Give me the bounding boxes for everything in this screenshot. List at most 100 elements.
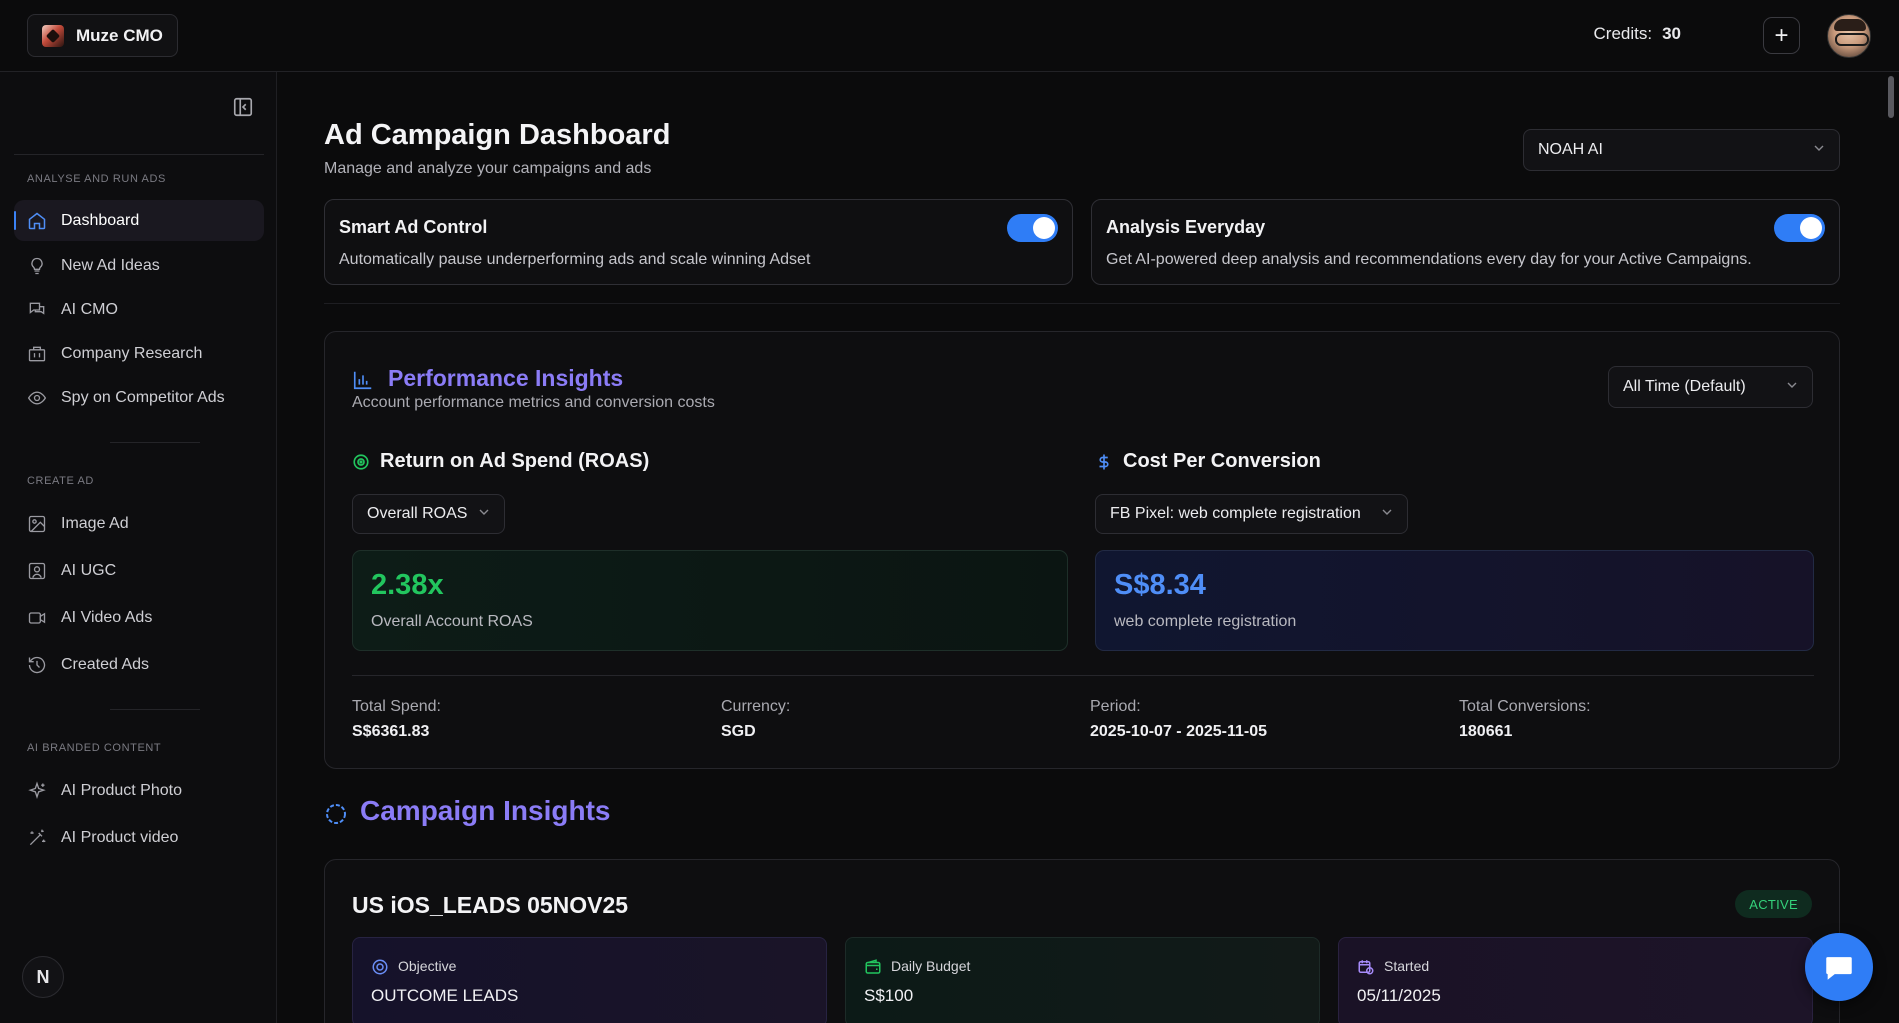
analysis-everyday-toggle[interactable] [1774,214,1825,242]
sidebar-item-dashboard[interactable]: Dashboard [14,200,264,241]
wallet-icon [865,959,881,974]
stat-total-conversions: Total Conversions: 180661 [1459,698,1591,741]
status-badge: ACTIVE [1735,890,1812,918]
chevron-down-icon [1814,145,1824,151]
scrollbar-thumb[interactable] [1888,76,1894,118]
bar-chart-icon [353,371,372,390]
smart-ad-control-card: Smart Ad Control Automatically pause und… [324,199,1073,285]
account-select[interactable]: NOAH AI [1523,129,1840,171]
performance-title: Performance Insights [388,365,624,391]
chat-icon [29,302,45,315]
campaign-insights-title: Campaign Insights [360,795,611,826]
sidebar-item-ai-product-video[interactable]: AI Product video [14,817,264,858]
sidebar-item-ai-video-ads[interactable]: AI Video Ads [14,597,264,638]
cpc-heading: Cost Per Conversion [1095,450,1321,473]
lightbulb-icon [31,257,43,274]
stat-value: 180661 [1459,723,1513,740]
brand-button[interactable]: Muze CMO [27,14,178,57]
sidebar-item-label: Dashboard [61,211,140,229]
avatar[interactable] [1827,14,1871,58]
sidebar-item-label: Created Ads [61,655,150,673]
objective-label: Objective [398,958,457,974]
started-value: 05/11/2025 [1357,986,1441,1005]
cpc-value: S$8.34 [1114,569,1206,601]
sidebar-item-ai-product-photo[interactable]: AI Product Photo [14,770,264,811]
started-box: Started 05/11/2025 [1338,937,1813,1023]
smart-ad-control-toggle[interactable] [1007,214,1058,242]
calendar-clock-icon [1358,960,1374,975]
building-icon [28,346,46,361]
stat-value: S$6361.83 [352,723,430,740]
daily-budget-label: Daily Budget [891,958,971,974]
plus-icon: + [1774,21,1789,49]
conversion-event-value: FB Pixel: web complete registration [1110,505,1361,522]
performance-insights-card: Performance Insights Account performance… [324,331,1840,769]
roas-value: 2.38x [371,569,444,601]
chat-button[interactable] [1805,933,1873,1001]
sparkles-icon [28,780,46,799]
conversion-event-select[interactable]: FB Pixel: web complete registration [1095,494,1408,534]
divider [352,675,1814,676]
daily-budget-box: Daily Budget S$100 [845,937,1320,1023]
sidebar-item-company-research[interactable]: Company Research [14,333,264,374]
stat-value: SGD [721,723,756,740]
history-icon [28,656,46,673]
roas-metric-box: 2.38x Overall Account ROAS [352,550,1068,651]
chat-bubble-icon [1826,957,1852,980]
stat-label: Total Spend: [352,698,441,715]
magic-wand-icon [29,829,46,845]
credits-label: Credits: [1593,24,1653,43]
stat-label: Period: [1090,698,1141,715]
sidebar-item-ai-cmo[interactable]: AI CMO [14,289,264,330]
credits-value: 30 [1662,24,1681,43]
page-subtitle: Manage and analyze your campaigns and ad… [324,160,652,177]
account-select-value: NOAH AI [1538,141,1603,158]
stat-period: Period: 2025-10-07 - 2025-11-05 [1090,698,1267,741]
sidebar-item-ai-ugc[interactable]: AI UGC [14,550,264,591]
sidebar-divider [110,709,200,710]
roas-type-value: Overall ROAS [367,505,468,522]
target-icon [353,453,369,470]
n-badge-button[interactable]: N [22,956,64,998]
sidebar-collapse-icon[interactable] [232,96,254,118]
date-range-value: All Time (Default) [1623,378,1746,395]
video-icon [28,611,46,624]
sidebar-item-new-ad-ideas[interactable]: New Ad Ideas [14,245,264,286]
stat-currency: Currency: SGD [721,698,790,741]
sidebar-item-label: AI Product video [61,828,179,846]
sidebar-item-label: AI Video Ads [61,608,153,626]
analysis-everyday-card: Analysis Everyday Get AI-powered deep an… [1091,199,1840,285]
date-range-select[interactable]: All Time (Default) [1608,366,1813,408]
roas-label: Overall Account ROAS [371,613,533,630]
cpc-label: web complete registration [1114,613,1297,630]
performance-subtitle: Account performance metrics and conversi… [352,394,715,411]
toggle-desc: Automatically pause underperforming ads … [339,251,811,268]
sidebar-item-spy-competitor[interactable]: Spy on Competitor Ads [14,377,264,418]
section-create-ad: CREATE AD [27,475,94,487]
campaign-card[interactable]: US iOS_LEADS 05NOV25 ACTIVE Objective OU… [324,859,1840,1023]
stat-label: Total Conversions: [1459,698,1591,715]
loader-circle-icon [326,804,346,824]
sidebar: ANALYSE AND RUN ADS Dashboard New Ad Ide… [0,72,277,1023]
sidebar-item-label: Image Ad [61,514,129,532]
roas-type-select[interactable]: Overall ROAS [352,494,505,534]
main-content: Ad Campaign Dashboard Manage and analyze… [277,72,1899,1023]
add-credits-button[interactable]: + [1763,17,1800,54]
sidebar-item-image-ad[interactable]: Image Ad [14,503,264,544]
section-ai-branded: AI BRANDED CONTENT [27,742,162,754]
image-icon [28,515,46,532]
sidebar-divider [14,154,264,155]
cpc-metric-box: S$8.34 web complete registration [1095,550,1814,651]
brand-logo-icon [42,24,64,47]
roas-heading-label: Return on Ad Spend (ROAS) [380,450,650,472]
stat-value: 2025-10-07 - 2025-11-05 [1090,723,1268,740]
sidebar-item-label: AI CMO [61,300,118,318]
sidebar-item-label: AI Product Photo [61,781,182,799]
dollar-icon [1099,454,1109,469]
chevron-down-icon [479,509,489,515]
roas-heading: Return on Ad Spend (ROAS) [352,450,649,473]
sidebar-item-created-ads[interactable]: Created Ads [14,644,264,685]
toggle-title: Analysis Everyday [1106,217,1266,237]
home-icon [28,212,46,229]
credits-display: Credits: 30 [1594,24,1682,44]
